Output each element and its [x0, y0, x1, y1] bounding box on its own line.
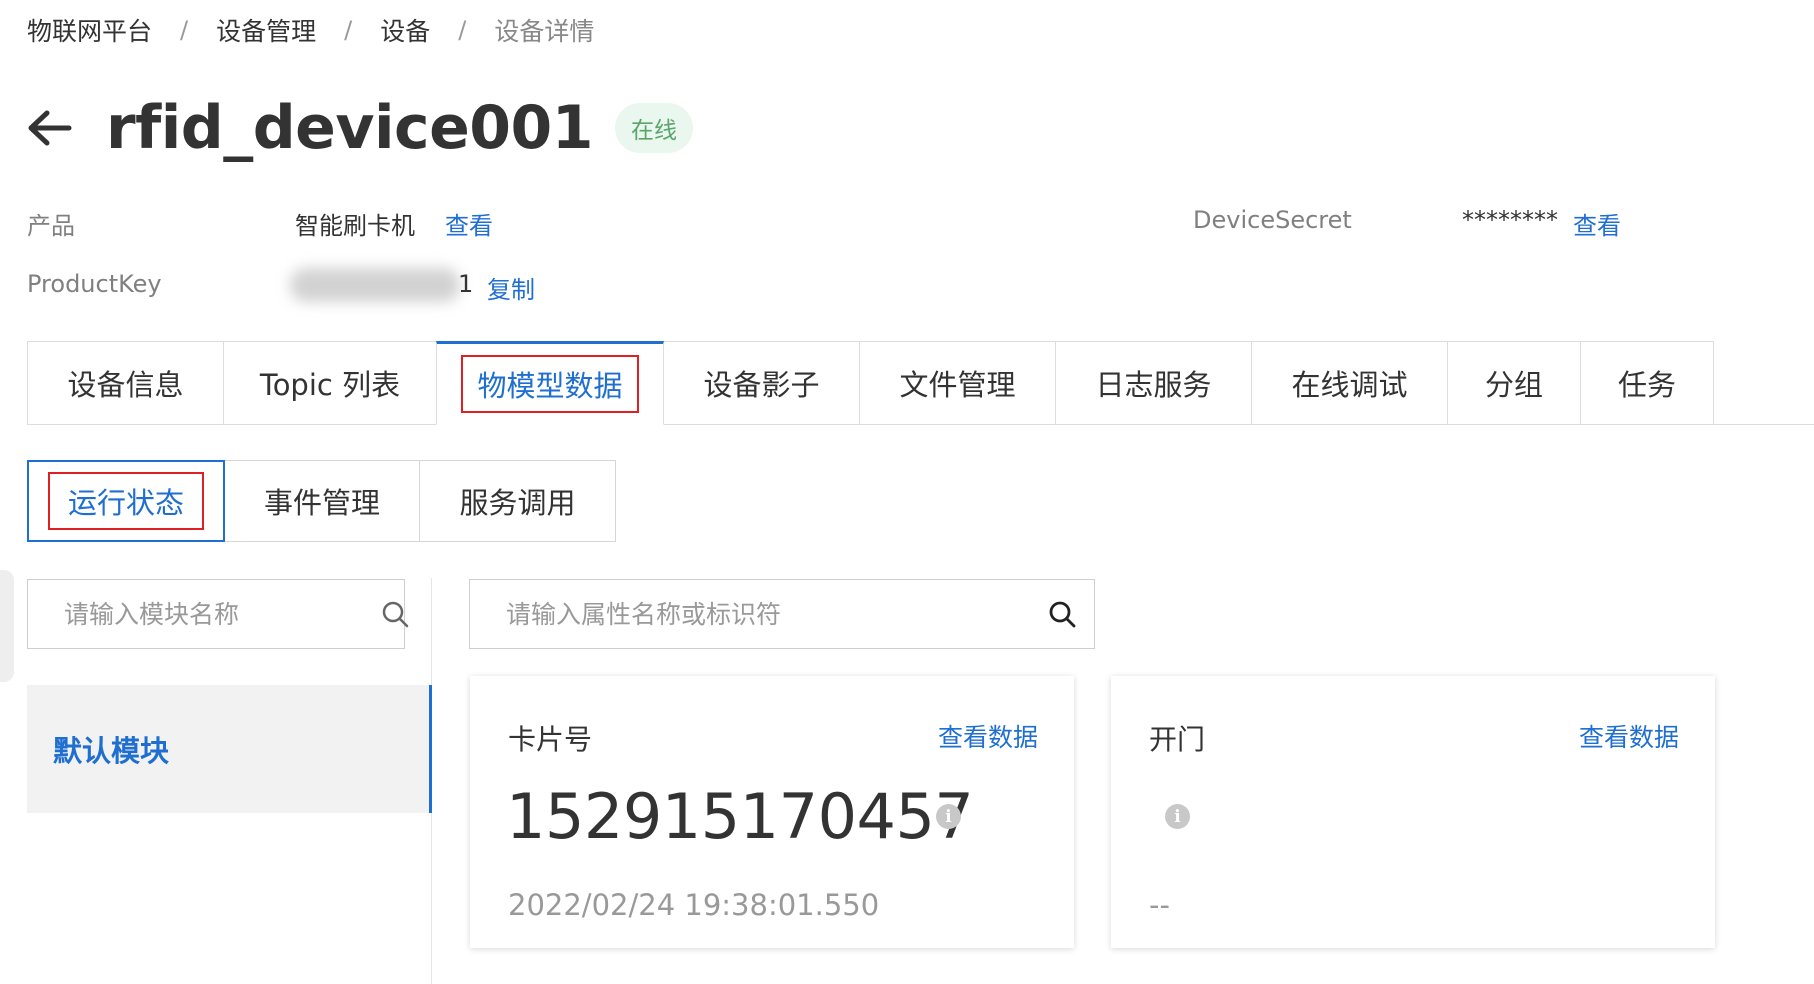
tab-log-service[interactable]: 日志服务	[1055, 341, 1252, 425]
product-value: 智能刷卡机	[295, 212, 415, 240]
view-product-link[interactable]: 查看	[445, 206, 493, 241]
subtab-label: 服务调用	[459, 486, 576, 520]
search-icon[interactable]	[1044, 596, 1080, 632]
tab-device-shadow[interactable]: 设备影子	[663, 341, 860, 425]
breadcrumb-separator: /	[180, 16, 189, 44]
copy-productkey-link[interactable]: 复制	[487, 270, 535, 305]
breadcrumb-item-device-management[interactable]: 设备管理	[216, 12, 316, 48]
breadcrumb-item-device-details: 设备详情	[494, 17, 595, 46]
main-tabs: 设备信息 Topic 列表 物模型数据 设备影子 文件管理 日志服务 在线调试 …	[27, 341, 1714, 425]
tab-file-management[interactable]: 文件管理	[859, 341, 1056, 425]
module-item-default[interactable]: 默认模块	[27, 685, 432, 813]
search-icon[interactable]	[381, 596, 409, 632]
arrow-left-icon[interactable]	[24, 102, 76, 154]
tab-label: 分组	[1484, 368, 1543, 402]
property-search-box	[469, 579, 1095, 649]
product-label: 产品	[27, 212, 75, 240]
tab-label: 在线调试	[1291, 368, 1408, 402]
subtab-service-invocation[interactable]: 服务调用	[419, 460, 616, 542]
tab-label: Topic 列表	[259, 368, 401, 402]
tab-online-debug[interactable]: 在线调试	[1251, 341, 1448, 425]
tab-group[interactable]: 分组	[1447, 341, 1581, 425]
subtab-label: 运行状态	[47, 472, 204, 530]
status-badge: 在线	[615, 103, 694, 153]
property-card: 开门 查看数据 i --	[1111, 676, 1715, 948]
devicesecret-label: DeviceSecret	[1193, 206, 1352, 234]
property-search-input[interactable]	[470, 599, 1044, 629]
tab-task[interactable]: 任务	[1580, 341, 1714, 425]
property-card-timestamp: --	[1149, 888, 1170, 922]
devicesecret-value: ********	[1462, 206, 1558, 234]
info-icon[interactable]: i	[936, 804, 961, 829]
subtab-label: 事件管理	[263, 486, 380, 520]
productkey-visible-suffix: 1	[458, 270, 474, 298]
tab-label: 物模型数据	[461, 355, 639, 413]
tab-label: 设备信息	[67, 368, 184, 402]
property-card-timestamp: 2022/02/24 19:38:01.550	[508, 888, 880, 922]
property-card-value: 152915170457	[506, 780, 974, 853]
subtab-event-management[interactable]: 事件管理	[224, 460, 420, 542]
tab-label: 设备影子	[703, 368, 820, 402]
view-devicesecret-link[interactable]: 查看	[1573, 206, 1621, 241]
view-data-link[interactable]: 查看数据	[938, 718, 1038, 754]
view-data-link[interactable]: 查看数据	[1579, 718, 1679, 754]
productkey-label: ProductKey	[27, 270, 162, 298]
tab-thing-model-data[interactable]: 物模型数据	[436, 341, 664, 425]
tab-label: 日志服务	[1095, 368, 1212, 402]
property-card-title: 开门	[1149, 723, 1206, 756]
page-title: rfid_device001	[106, 93, 594, 163]
page-header: rfid_device001 在线	[24, 92, 694, 164]
breadcrumb: 物联网平台 / 设备管理 / 设备 / 设备详情	[27, 12, 594, 48]
breadcrumb-separator: /	[458, 16, 467, 44]
info-icon[interactable]: i	[1165, 804, 1190, 829]
module-search-box	[27, 579, 409, 649]
sub-tabs: 运行状态 事件管理 服务调用	[27, 460, 616, 542]
productkey-blurred-value	[290, 268, 460, 302]
tab-device-info[interactable]: 设备信息	[27, 341, 224, 425]
tab-topic-list[interactable]: Topic 列表	[223, 341, 437, 425]
tab-label: 任务	[1617, 368, 1676, 402]
subtab-running-status[interactable]: 运行状态	[27, 460, 225, 542]
property-card: 卡片号 查看数据 152915170457 i 2022/02/24 19:38…	[470, 676, 1074, 948]
breadcrumb-separator: /	[344, 16, 353, 44]
property-card-title: 卡片号	[508, 723, 593, 756]
tab-label: 文件管理	[899, 368, 1016, 402]
breadcrumb-item-iot-platform[interactable]: 物联网平台	[27, 12, 152, 48]
breadcrumb-item-device[interactable]: 设备	[380, 12, 430, 48]
module-search-input[interactable]	[28, 599, 381, 629]
side-panel-handle[interactable]	[0, 570, 14, 682]
